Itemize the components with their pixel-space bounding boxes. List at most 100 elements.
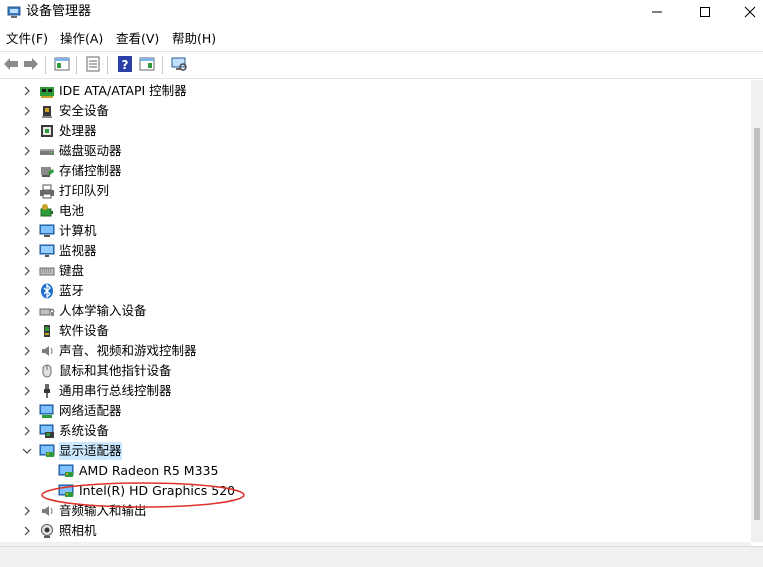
maximize-button[interactable] — [682, 0, 728, 26]
speaker-icon — [42, 346, 53, 356]
system-device-icon — [39, 424, 54, 438]
tree-device-label: Intel(R) HD Graphics 520 — [79, 483, 236, 498]
status-bar — [0, 546, 763, 567]
chevron-right-icon[interactable] — [22, 326, 32, 336]
tree-category[interactable]: 软件设备 — [0, 321, 751, 341]
tree-category-label: 键盘 — [59, 263, 85, 278]
chevron-right-icon[interactable] — [22, 346, 32, 356]
tree-category[interactable]: 音频输入和输出 — [0, 501, 751, 521]
menu-view[interactable]: 查看(V) — [116, 30, 159, 48]
close-button[interactable] — [727, 0, 763, 26]
chevron-right-icon[interactable] — [22, 306, 32, 316]
menu-action[interactable]: 操作(A) — [60, 30, 103, 48]
chevron-down-icon[interactable] — [22, 446, 32, 456]
tree-category-label: 照相机 — [59, 523, 97, 538]
minimize-button[interactable] — [634, 0, 680, 26]
close-icon — [744, 6, 756, 18]
chevron-right-icon[interactable] — [22, 186, 32, 196]
back-icon[interactable] — [2, 55, 20, 73]
tree-category[interactable]: 网络适配器 — [0, 401, 751, 421]
device-tree[interactable]: IDE ATA/ATAPI 控制器安全设备处理器磁盘驱动器存储控制器打印队列电池… — [0, 80, 751, 542]
device-manager-icon — [7, 6, 21, 18]
action-pane-icon[interactable] — [138, 55, 156, 73]
printer-icon — [40, 184, 54, 199]
tree-category-label: 声音、视频和游戏控制器 — [59, 343, 197, 358]
tree-category-label: 计算机 — [59, 223, 97, 238]
monitor-icon — [39, 244, 55, 257]
computer-icon — [39, 224, 55, 237]
scan-hardware-icon[interactable] — [170, 55, 188, 73]
tree-category[interactable]: 照相机 — [0, 521, 751, 541]
bluetooth-icon — [41, 283, 53, 299]
tree-category[interactable]: 监视器 — [0, 241, 751, 261]
tree-device[interactable]: Intel(R) HD Graphics 520 — [0, 481, 751, 501]
chevron-right-icon[interactable] — [22, 226, 32, 236]
tree-category[interactable]: 键盘 — [0, 261, 751, 281]
chevron-right-icon[interactable] — [22, 286, 32, 296]
hid-icon — [39, 308, 55, 316]
toolbar-separator — [107, 56, 108, 74]
security-device-icon — [42, 106, 52, 118]
vertical-scrollbar[interactable] — [751, 80, 763, 542]
tree-category[interactable]: 声音、视频和游戏控制器 — [0, 341, 751, 361]
tree-category[interactable]: IDE ATA/ATAPI 控制器 — [0, 81, 751, 101]
keyboard-icon — [39, 267, 55, 276]
storage-controller-icon — [41, 167, 54, 177]
chevron-right-icon[interactable] — [22, 506, 32, 516]
usb-icon — [44, 384, 50, 398]
tree-category-label: 网络适配器 — [59, 403, 122, 418]
menu-file[interactable]: 文件(F) — [6, 30, 48, 48]
forward-icon[interactable] — [22, 55, 40, 73]
tree-category[interactable]: 安全设备 — [0, 101, 751, 121]
tree-category[interactable]: 存储控制器 — [0, 161, 751, 181]
tree-category-label: 显示适配器 — [59, 442, 122, 460]
show-hide-console-tree-icon[interactable] — [53, 55, 71, 73]
battery-icon — [40, 204, 53, 217]
tree-category-label: 处理器 — [59, 123, 97, 138]
properties-icon[interactable] — [84, 55, 102, 73]
tree-category-label: 鼠标和其他指针设备 — [59, 363, 172, 378]
mouse-icon — [42, 364, 52, 378]
display-adapter-icon — [39, 444, 55, 457]
chevron-right-icon[interactable] — [22, 206, 32, 216]
chevron-right-icon[interactable] — [22, 406, 32, 416]
tree-category-label: 音频输入和输出 — [59, 503, 147, 518]
tree-category-label: 软件设备 — [59, 323, 110, 338]
tree-category-label: 存储控制器 — [59, 163, 122, 178]
network-adapter-icon — [39, 404, 54, 418]
chevron-right-icon[interactable] — [22, 106, 32, 116]
toolbar-separator — [76, 56, 77, 74]
tree-category-label: IDE ATA/ATAPI 控制器 — [59, 83, 187, 98]
tree-category[interactable]: 磁盘驱动器 — [0, 141, 751, 161]
tree-category[interactable]: 人体学输入设备 — [0, 301, 751, 321]
chevron-right-icon[interactable] — [22, 246, 32, 256]
tree-category-label: 监视器 — [59, 243, 97, 258]
chevron-right-icon[interactable] — [22, 426, 32, 436]
chevron-right-icon[interactable] — [22, 126, 32, 136]
tree-device[interactable]: AMD Radeon R5 M335 — [0, 461, 751, 481]
chevron-right-icon[interactable] — [22, 266, 32, 276]
chevron-right-icon[interactable] — [22, 526, 32, 536]
menu-help[interactable]: 帮助(H) — [172, 30, 216, 48]
tree-category-label: 电池 — [59, 203, 85, 218]
help-icon[interactable]: ? — [116, 55, 134, 73]
minimize-icon — [652, 11, 662, 13]
tree-category[interactable]: 打印队列 — [0, 181, 751, 201]
tree-category[interactable]: 鼠标和其他指针设备 — [0, 361, 751, 381]
chevron-right-icon[interactable] — [22, 86, 32, 96]
tree-category[interactable]: 显示适配器 — [0, 441, 751, 461]
scrollbar-thumb[interactable] — [754, 128, 760, 520]
tree-category[interactable]: 系统设备 — [0, 421, 751, 441]
tree-category[interactable]: 处理器 — [0, 121, 751, 141]
chevron-right-icon[interactable] — [22, 386, 32, 396]
tree-category-label: 磁盘驱动器 — [59, 143, 122, 158]
chevron-right-icon[interactable] — [22, 366, 32, 376]
menu-bar: 文件(F) 操作(A) 查看(V) 帮助(H) — [0, 28, 763, 50]
chevron-right-icon[interactable] — [22, 146, 32, 156]
chevron-right-icon[interactable] — [22, 166, 32, 176]
tree-category[interactable]: 电池 — [0, 201, 751, 221]
tree-category[interactable]: 蓝牙 — [0, 281, 751, 301]
tree-category[interactable]: 计算机 — [0, 221, 751, 241]
tree-category-label: 通用串行总线控制器 — [59, 383, 172, 398]
tree-category[interactable]: 通用串行总线控制器 — [0, 381, 751, 401]
